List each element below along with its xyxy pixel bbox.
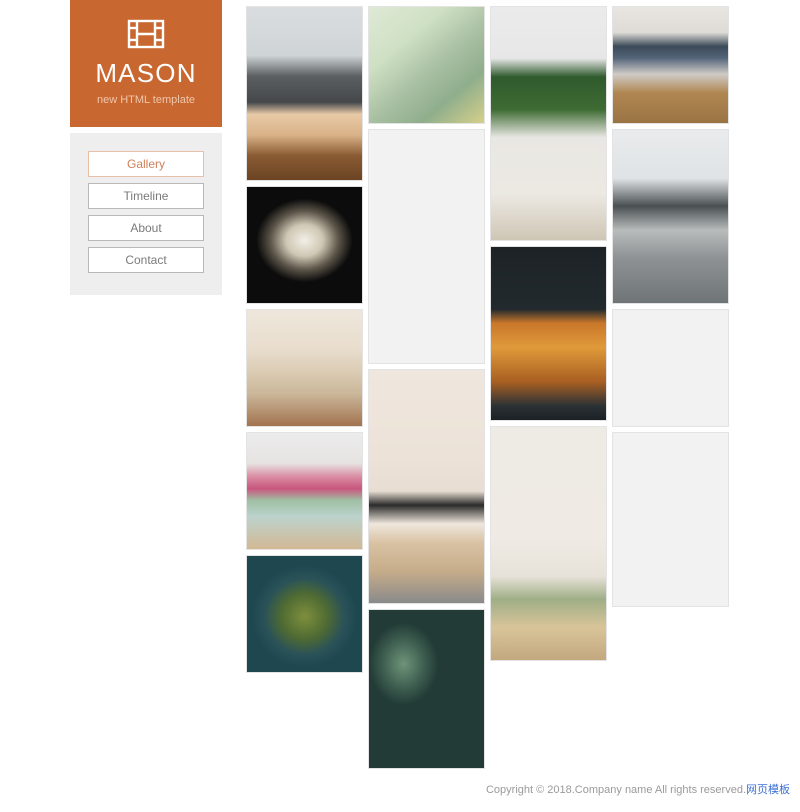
gallery-item-panettone-with-sugar-dust[interactable]	[490, 246, 607, 421]
gallery-item-desk-monitor-and-laptop[interactable]	[612, 6, 729, 124]
gallery-item-coffee-shop-syrup-bottles[interactable]	[246, 6, 363, 181]
gallery-item-fiddle-leaf-fig-plant[interactable]	[490, 6, 607, 241]
sidebar-nav: Gallery Timeline About Contact	[70, 133, 222, 295]
gallery-item-banknote-architecture-detail[interactable]	[368, 6, 485, 124]
page-root: MASON new HTML template Gallery Timeline A…	[0, 0, 800, 812]
page-title: MASON	[95, 58, 197, 88]
gallery-image	[247, 556, 362, 672]
gallery-item-cafe-clipboard-wall[interactable]	[490, 426, 607, 661]
gallery-column	[246, 6, 363, 673]
sidebar-item-about[interactable]: About	[88, 215, 204, 241]
gallery-item-succulent-garden-closeup[interactable]	[368, 609, 485, 769]
gallery-image	[247, 187, 362, 303]
gallery-image	[613, 130, 728, 303]
gallery-item-potted-succulents-flatlay[interactable]	[612, 432, 729, 607]
footer: Copyright © 2018.Company name All rights…	[0, 783, 800, 797]
gallery-column	[368, 6, 485, 769]
gallery-grid	[246, 6, 736, 769]
gallery-item-office-conference-room[interactable]	[612, 129, 729, 304]
gallery-image	[613, 310, 728, 426]
gallery-item-white-rose-on-black[interactable]	[246, 186, 363, 304]
brand-subtitle: new HTML template	[96, 94, 196, 106]
gallery-image	[369, 7, 484, 123]
gallery-column	[612, 6, 729, 607]
template-credit-link[interactable]: 网页模板	[746, 784, 790, 796]
gallery-item-flower-bouquet-in-jug[interactable]	[246, 432, 363, 550]
film-strip-icon	[127, 18, 165, 50]
sidebar: MASON new HTML template Gallery Timeline A…	[70, 0, 222, 295]
gallery-item-golden-bokeh-figurines[interactable]	[612, 309, 729, 427]
gallery-image	[491, 427, 606, 660]
gallery-image	[491, 7, 606, 240]
gallery-image	[247, 310, 362, 426]
brand-header: MASON new HTML template	[70, 0, 222, 127]
gallery-item-holiday-wreath-on-door[interactable]	[246, 555, 363, 673]
gallery-image	[247, 7, 362, 180]
sidebar-item-timeline[interactable]: Timeline	[88, 183, 204, 209]
gallery-image	[613, 7, 728, 123]
gallery-image	[369, 130, 484, 363]
gallery-item-latte-art-cup-flatlay[interactable]	[368, 129, 485, 364]
sidebar-item-contact[interactable]: Contact	[88, 247, 204, 273]
copyright-text: Copyright © 2018.Company name All rights…	[485, 784, 746, 796]
gallery-image	[369, 610, 484, 768]
gallery-item-sunlit-bedroom-bay-window[interactable]	[246, 309, 363, 427]
gallery-column	[490, 6, 607, 661]
gallery-image	[491, 247, 606, 420]
gallery-image	[369, 370, 484, 603]
gallery-image	[613, 433, 728, 606]
gallery-item-desk-with-laptop-and-lamp[interactable]	[368, 369, 485, 604]
sidebar-item-gallery[interactable]: Gallery	[88, 151, 204, 177]
gallery-image	[247, 433, 362, 549]
